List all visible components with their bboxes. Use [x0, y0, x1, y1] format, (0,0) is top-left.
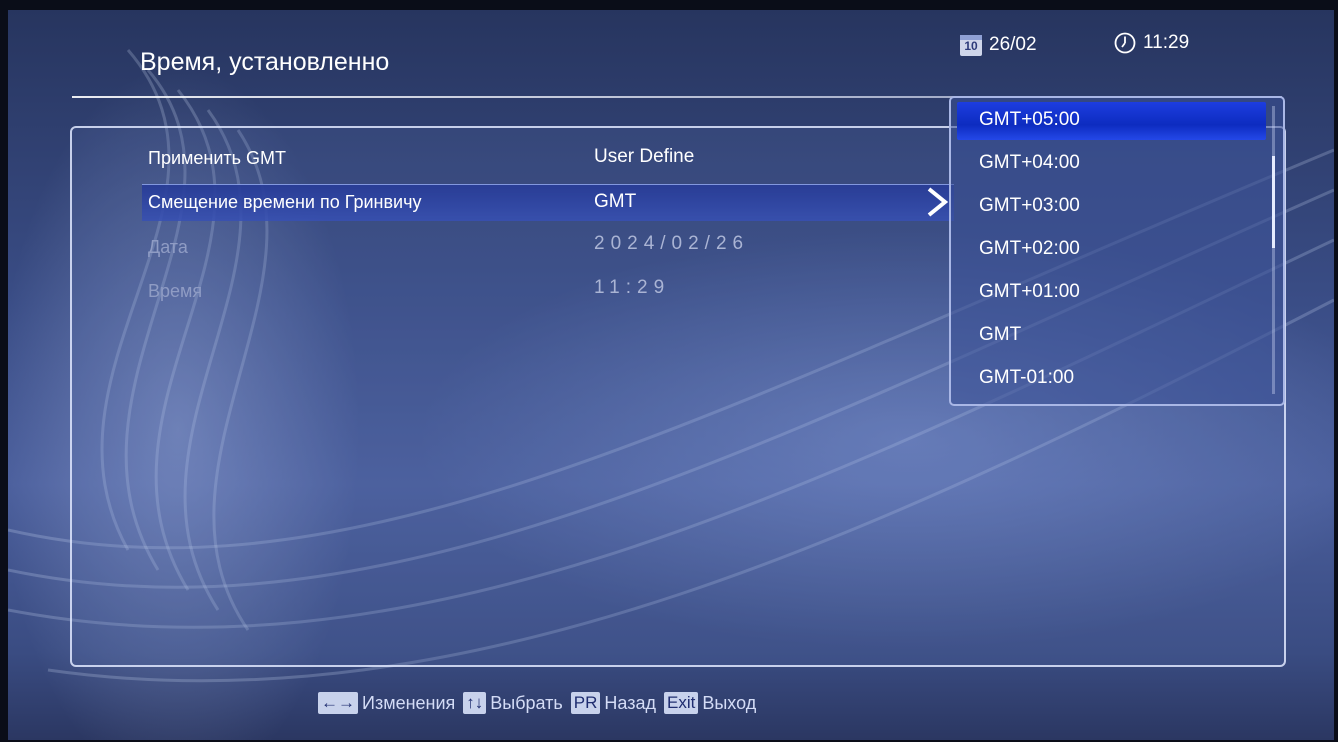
up-down-key-icon: ↑↓: [463, 692, 487, 714]
dropdown-option[interactable]: GMT: [979, 324, 1021, 346]
setting-value-date[interactable]: 2024/02/26: [594, 233, 749, 255]
setting-value-apply-gmt[interactable]: User Define: [594, 146, 694, 168]
dropdown-option-selected[interactable]: GMT+05:00: [979, 109, 1080, 131]
page-title: Время, установленно: [140, 48, 390, 76]
date-text: 26/02: [989, 34, 1037, 55]
tv-screen: Время, установленно 10 26/02 11:29 Приме…: [8, 10, 1334, 740]
gmt-offset-dropdown[interactable]: GMT+05:00 GMT+04:00 GMT+03:00 GMT+02:00 …: [949, 96, 1285, 406]
scrollbar-thumb[interactable]: [1272, 156, 1275, 248]
hint-exit-label: Выход: [702, 692, 757, 713]
date-display: 10 26/02: [960, 34, 1037, 56]
setting-label-time[interactable]: Время: [148, 281, 202, 302]
dropdown-option[interactable]: GMT-01:00: [979, 367, 1074, 389]
time-text: 11:29: [1143, 32, 1190, 53]
setting-label-date[interactable]: Дата: [148, 237, 188, 258]
setting-label-apply-gmt[interactable]: Применить GMT: [148, 148, 286, 169]
chevron-right-icon[interactable]: [924, 185, 950, 219]
hint-back-label: Назад: [604, 692, 656, 713]
hint-change-label: Изменения: [362, 692, 456, 713]
setting-label-gmt-offset[interactable]: Смещение времени по Гринвичу: [148, 192, 421, 213]
exit-key-icon: Exit: [664, 692, 699, 714]
setting-value-time[interactable]: 11:29: [594, 277, 670, 299]
footer-hints: ←→ Изменения ↑↓ Выбрать PR Назад Exit Вы…: [318, 692, 764, 714]
clock-icon: [1114, 32, 1136, 54]
calendar-icon: 10: [960, 34, 982, 56]
dropdown-scrollbar[interactable]: [1272, 106, 1275, 394]
clock-display: 11:29: [1114, 32, 1189, 54]
dropdown-option[interactable]: GMT+01:00: [979, 281, 1080, 303]
pr-key-icon: PR: [570, 692, 601, 714]
left-right-key-icon: ←→: [318, 692, 358, 714]
hint-select-label: Выбрать: [490, 692, 563, 713]
setting-value-gmt-offset[interactable]: GMT: [594, 191, 636, 213]
dropdown-option[interactable]: GMT+04:00: [979, 152, 1080, 174]
dropdown-option[interactable]: GMT+03:00: [979, 195, 1080, 217]
dropdown-option[interactable]: GMT+02:00: [979, 238, 1080, 260]
